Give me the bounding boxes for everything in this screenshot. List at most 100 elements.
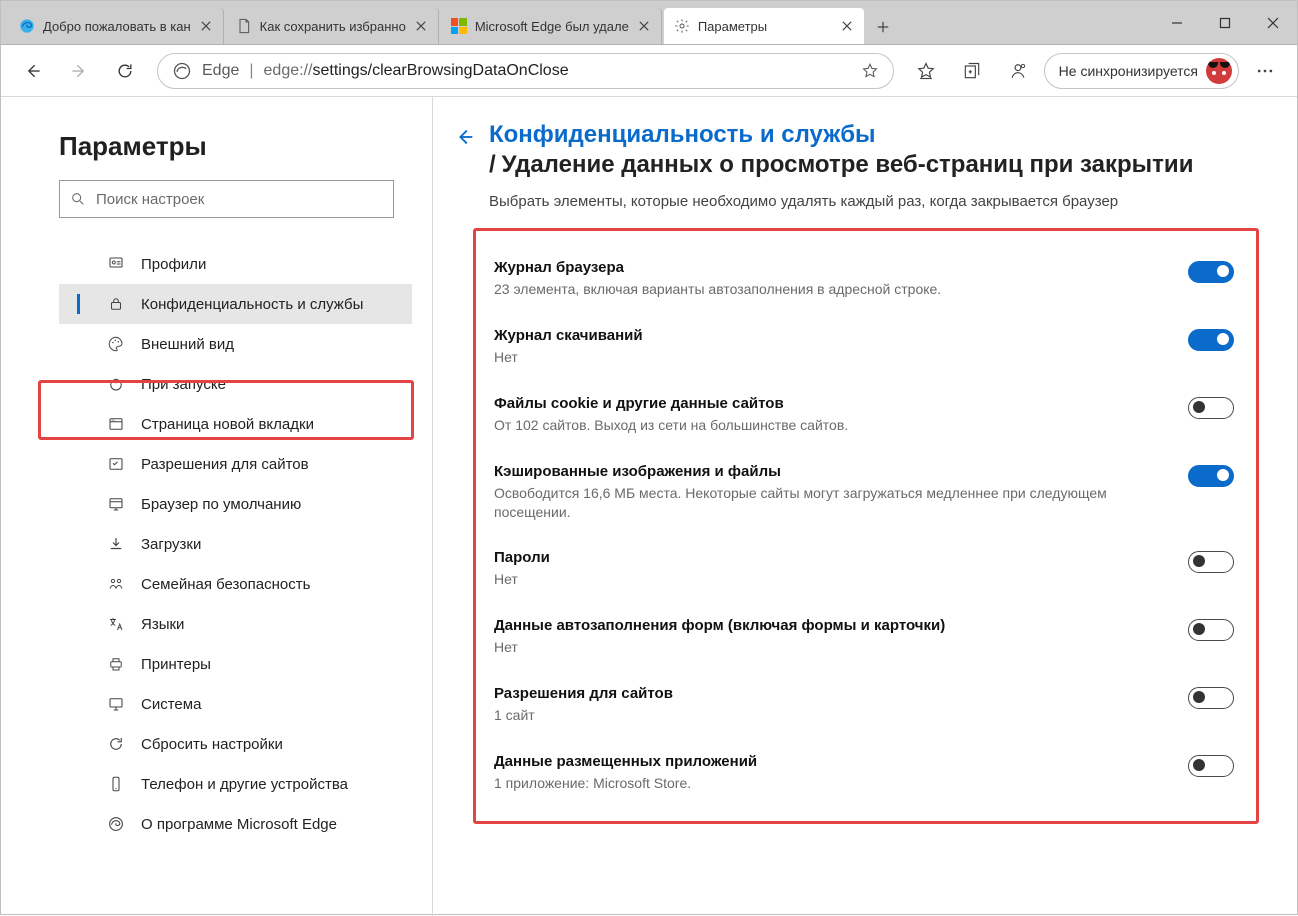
edge-icon [19, 18, 35, 34]
printer-icon [107, 655, 125, 673]
sidebar-item-startup[interactable]: При запуске [59, 364, 412, 404]
toggle-switch[interactable] [1188, 261, 1234, 283]
sidebar-item-profiles[interactable]: Профили [59, 244, 412, 284]
more-button[interactable] [1245, 51, 1285, 91]
edge-icon [172, 61, 192, 81]
toggle-switch[interactable] [1188, 755, 1234, 777]
window-minimize-button[interactable] [1153, 1, 1201, 45]
edge-icon [107, 815, 125, 833]
new-tab-button[interactable] [866, 10, 900, 44]
nav-back-button[interactable] [13, 51, 53, 91]
window-controls [1153, 1, 1297, 44]
setting-row: Журнал браузера23 элемента, включая вари… [490, 245, 1238, 313]
profile-button[interactable] [998, 51, 1038, 91]
setting-subtitle: Нет [494, 638, 945, 657]
close-icon[interactable] [637, 19, 651, 33]
sync-label: Не синхронизируется [1059, 63, 1198, 79]
sidebar-item-newtab[interactable]: Страница новой вкладки [59, 404, 412, 444]
sidebar-item-site-permissions[interactable]: Разрешения для сайтов [59, 444, 412, 484]
toggle-switch[interactable] [1188, 397, 1234, 419]
newtab-icon [107, 415, 125, 433]
sidebar-item-privacy[interactable]: Конфиденциальность и службы [59, 284, 412, 324]
address-url: edge://settings/clearBrowsingDataOnClose [264, 62, 569, 80]
tab-0[interactable]: Добро пожаловать в кан [9, 8, 224, 44]
download-icon [107, 535, 125, 553]
sidebar-item-downloads[interactable]: Загрузки [59, 524, 412, 564]
setting-subtitle: Нет [494, 570, 550, 589]
settings-search-input[interactable]: Поиск настроек [59, 180, 394, 218]
profiles-icon [107, 255, 125, 273]
window-maximize-button[interactable] [1201, 1, 1249, 45]
nav-refresh-button[interactable] [105, 51, 145, 91]
page-title: Параметры [59, 131, 412, 162]
breadcrumb-parent[interactable]: Конфиденциальность и службы [489, 121, 876, 149]
power-icon [107, 375, 125, 393]
palette-icon [107, 335, 125, 353]
tab-title: Добро пожаловать в кан [43, 19, 191, 34]
tab-title: Microsoft Edge был удале [475, 19, 629, 34]
setting-subtitle: Нет [494, 348, 643, 367]
address-bar[interactable]: Edge | edge://settings/clearBrowsingData… [157, 53, 894, 89]
sync-status-chip[interactable]: Не синхронизируется [1044, 53, 1239, 89]
setting-row: Файлы cookie и другие данные сайтов От 10… [490, 381, 1238, 449]
browser-icon [107, 495, 125, 513]
close-icon[interactable] [199, 19, 213, 33]
tab-settings[interactable]: Параметры [664, 8, 864, 44]
sidebar-item-reset[interactable]: Сбросить настройки [59, 724, 412, 764]
main: Конфиденциальность и службы /Удаление да… [433, 97, 1297, 916]
setting-title: Журнал скачиваний [494, 327, 643, 344]
tabs: Добро пожаловать в кан Как сохранить изб… [1, 1, 1153, 44]
sidebar-item-system[interactable]: Система [59, 684, 412, 724]
setting-subtitle: 1 приложение: Microsoft Store. [494, 774, 757, 793]
close-icon[interactable] [840, 19, 854, 33]
tab-2[interactable]: Microsoft Edge был удале [441, 8, 662, 44]
tab-title: Как сохранить избранно [260, 19, 406, 34]
search-icon [70, 191, 86, 207]
breadcrumb-back-button[interactable] [453, 125, 477, 149]
sidebar-item-phone[interactable]: Телефон и другие устройства [59, 764, 412, 804]
setting-row: Разрешения для сайтов 1 сайт [490, 671, 1238, 739]
favorites-button[interactable] [906, 51, 946, 91]
sidebar-item-about[interactable]: О программе Microsoft Edge [59, 804, 412, 844]
favorite-star-icon[interactable] [861, 62, 879, 80]
setting-row: Журнал скачиваний Нет [490, 313, 1238, 381]
window-close-button[interactable] [1249, 1, 1297, 45]
setting-title: Данные автозаполнения форм (включая форм… [494, 617, 945, 634]
sidebar-item-family[interactable]: Семейная безопасность [59, 564, 412, 604]
tab-title: Параметры [698, 19, 832, 34]
setting-subtitle: 1 сайт [494, 706, 673, 725]
family-icon [107, 575, 125, 593]
nav-forward-button[interactable] [59, 51, 99, 91]
tab-1[interactable]: Как сохранить избранно [226, 8, 439, 44]
page-description: Выбрать элементы, которые необходимо уда… [489, 193, 1259, 210]
toggle-switch[interactable] [1188, 687, 1234, 709]
toggle-switch[interactable] [1188, 551, 1234, 573]
setting-title: Журнал браузера [494, 259, 941, 276]
content: Параметры Поиск настроек Профили Конфиде… [1, 97, 1297, 916]
titlebar: Добро пожаловать в кан Как сохранить изб… [1, 1, 1297, 45]
address-product: Edge [202, 62, 239, 80]
setting-title: Данные размещенных приложений [494, 753, 757, 770]
breadcrumb-current: /Удаление данных о просмотре веб-страниц… [489, 151, 1259, 179]
close-icon[interactable] [414, 19, 428, 33]
setting-subtitle: От 102 сайтов. Выход из сети на большинс… [494, 416, 848, 435]
reset-icon [107, 735, 125, 753]
setting-title: Файлы cookie и другие данные сайтов [494, 395, 848, 412]
setting-title: Пароли [494, 549, 550, 566]
phone-icon [107, 775, 125, 793]
collections-button[interactable] [952, 51, 992, 91]
setting-subtitle: Освободится 16,6 МБ места. Некоторые сай… [494, 484, 1114, 522]
settings-list-highlight: Журнал браузера23 элемента, включая вари… [473, 228, 1259, 824]
setting-title: Разрешения для сайтов [494, 685, 673, 702]
sidebar-item-printers[interactable]: Принтеры [59, 644, 412, 684]
toggle-switch[interactable] [1188, 619, 1234, 641]
toggle-switch[interactable] [1188, 465, 1234, 487]
sidebar-item-default-browser[interactable]: Браузер по умолчанию [59, 484, 412, 524]
toggle-switch[interactable] [1188, 329, 1234, 351]
sidebar-item-languages[interactable]: Языки [59, 604, 412, 644]
system-icon [107, 695, 125, 713]
sidebar-item-appearance[interactable]: Внешний вид [59, 324, 412, 364]
setting-row: Пароли Нет [490, 535, 1238, 603]
setting-row: Данные автозаполнения форм (включая форм… [490, 603, 1238, 671]
setting-row: Кэшированные изображения и файлыОсвободи… [490, 449, 1238, 536]
